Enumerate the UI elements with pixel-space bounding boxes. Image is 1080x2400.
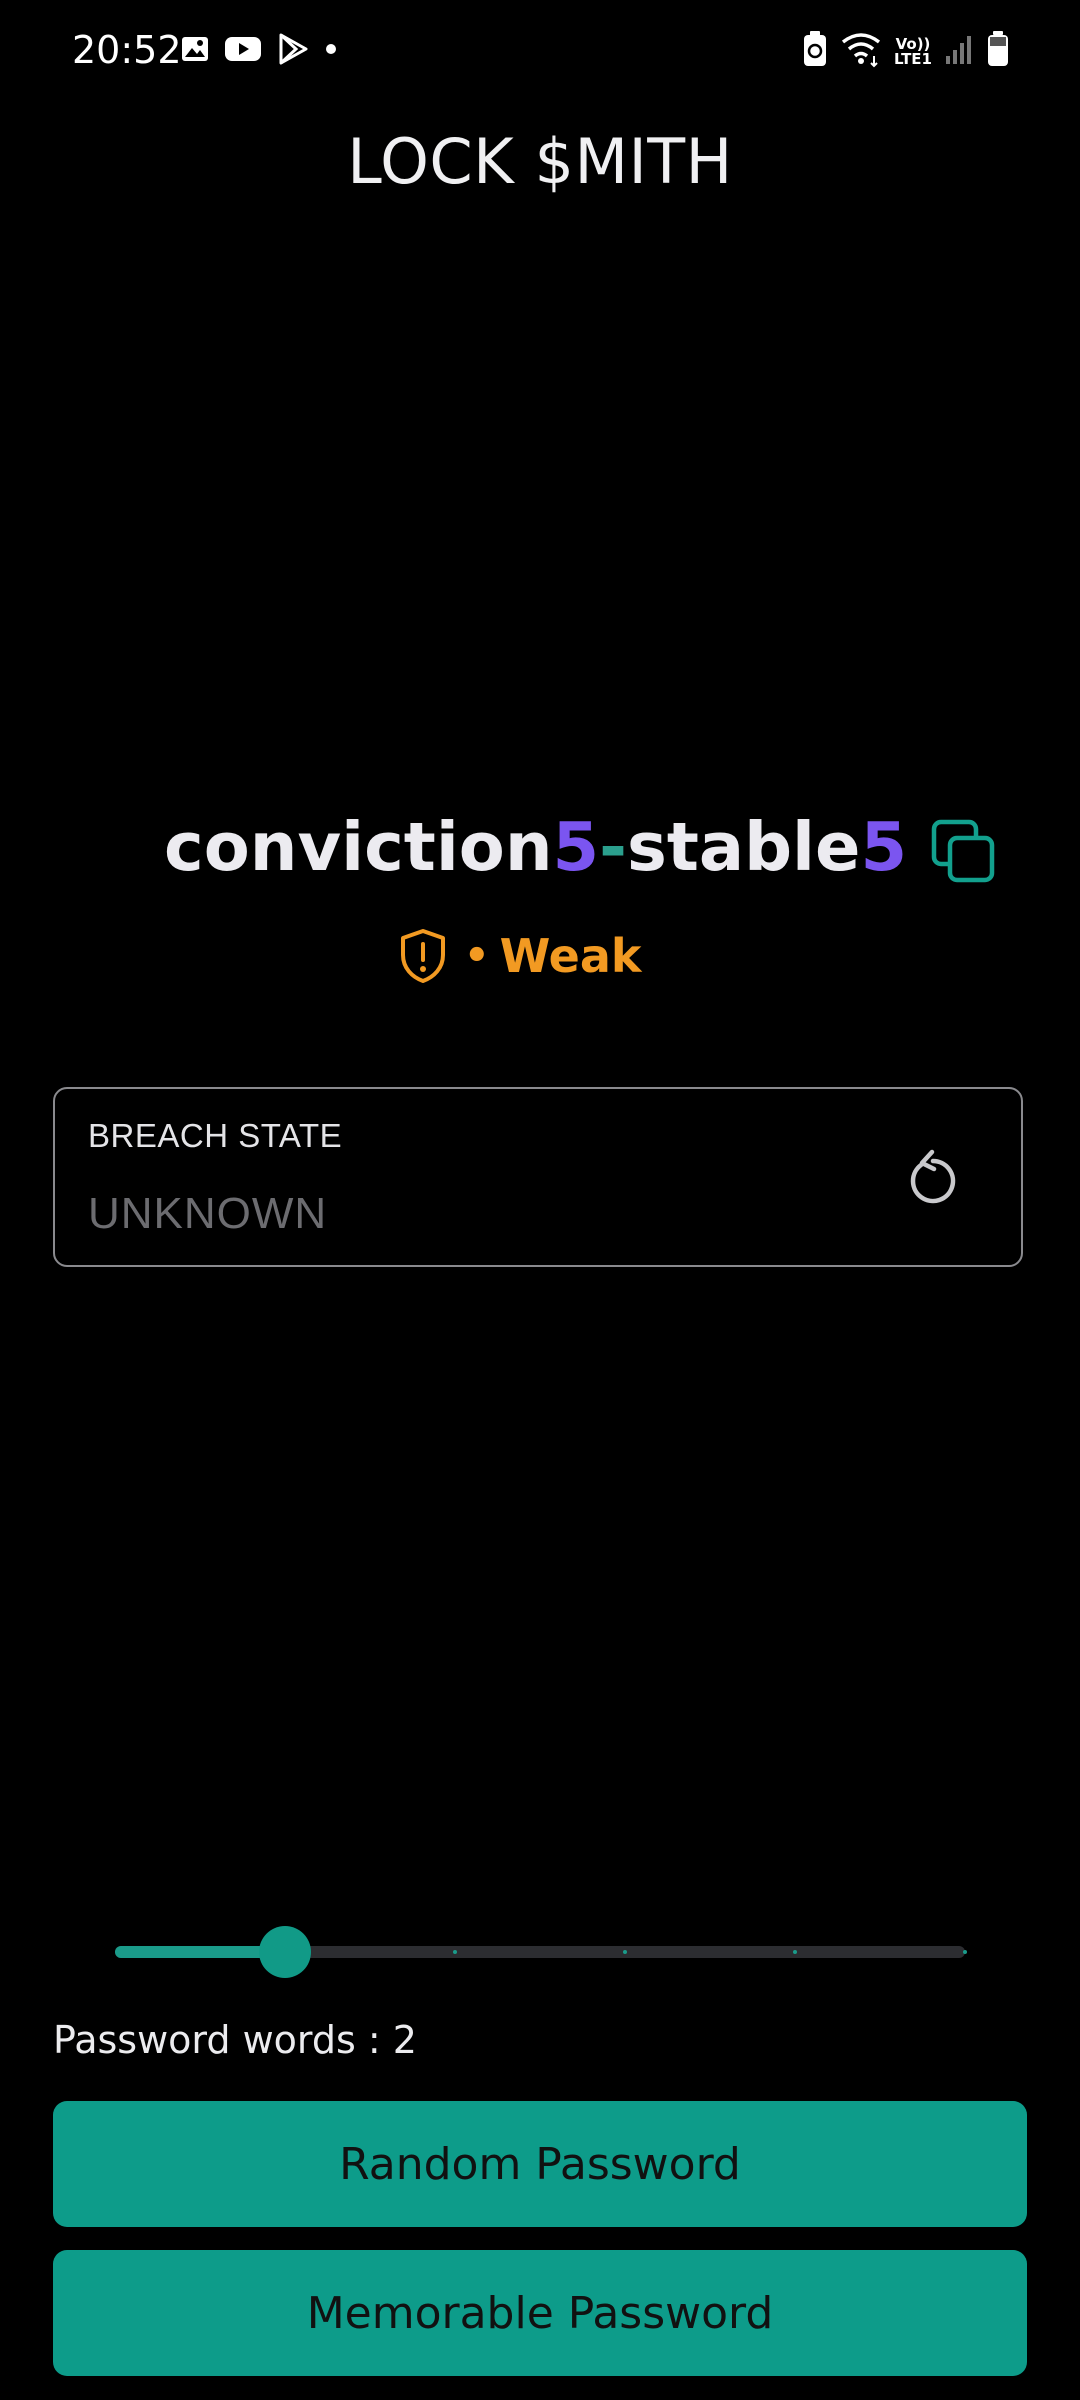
slider-thumb[interactable] — [259, 1926, 311, 1978]
copy-icon — [931, 819, 995, 883]
slider-tick — [963, 1950, 967, 1954]
notification-icons — [180, 32, 338, 71]
random-password-button[interactable]: Random Password — [53, 2101, 1027, 2227]
refresh-icon — [910, 1149, 956, 1204]
shield-alert-icon — [401, 929, 445, 983]
wifi-icon — [840, 30, 882, 73]
password-digit-1: 5 — [552, 808, 600, 886]
status-time: 20:52 — [72, 28, 182, 72]
status-bar: 20:52 Vo)) LTE1 — [0, 0, 1080, 110]
strength-dot: • — [464, 933, 490, 979]
slider-tick — [453, 1950, 457, 1954]
generated-password: conviction5-stable5 — [164, 808, 907, 886]
youtube-icon — [224, 34, 262, 69]
password-digit-2: 5 — [860, 808, 908, 886]
copy-button[interactable] — [930, 818, 998, 886]
battery-icon — [986, 30, 1010, 73]
image-icon — [180, 34, 210, 69]
slider-tick — [793, 1950, 797, 1954]
password-separator: - — [599, 808, 627, 886]
password-words-slider[interactable] — [115, 1926, 967, 1978]
strength-label: Weak — [499, 929, 642, 983]
slider-tick — [623, 1950, 627, 1954]
signal-icon — [944, 32, 974, 71]
play-store-icon — [276, 32, 310, 71]
breach-state-label: BREACH STATE — [88, 1117, 343, 1154]
refresh-breach-button[interactable] — [901, 1149, 965, 1213]
battery-saver-icon — [802, 30, 828, 73]
strength-indicator: • Weak — [398, 928, 642, 984]
system-icons: Vo)) LTE1 — [802, 30, 1010, 73]
password-word-2: stable — [626, 808, 861, 886]
volte-lte-icon: Vo)) LTE1 — [894, 34, 932, 68]
memorable-password-button[interactable]: Memorable Password — [53, 2250, 1027, 2376]
app-title: LOCK $MITH — [347, 125, 733, 198]
notification-dot-icon — [324, 42, 338, 61]
breach-state-value: UNKNOWN — [88, 1189, 328, 1238]
password-word-1: conviction — [164, 808, 553, 886]
breach-state-field: BREACH STATE UNKNOWN — [53, 1087, 1023, 1267]
password-words-label: Password words : 2 — [53, 2018, 417, 2062]
